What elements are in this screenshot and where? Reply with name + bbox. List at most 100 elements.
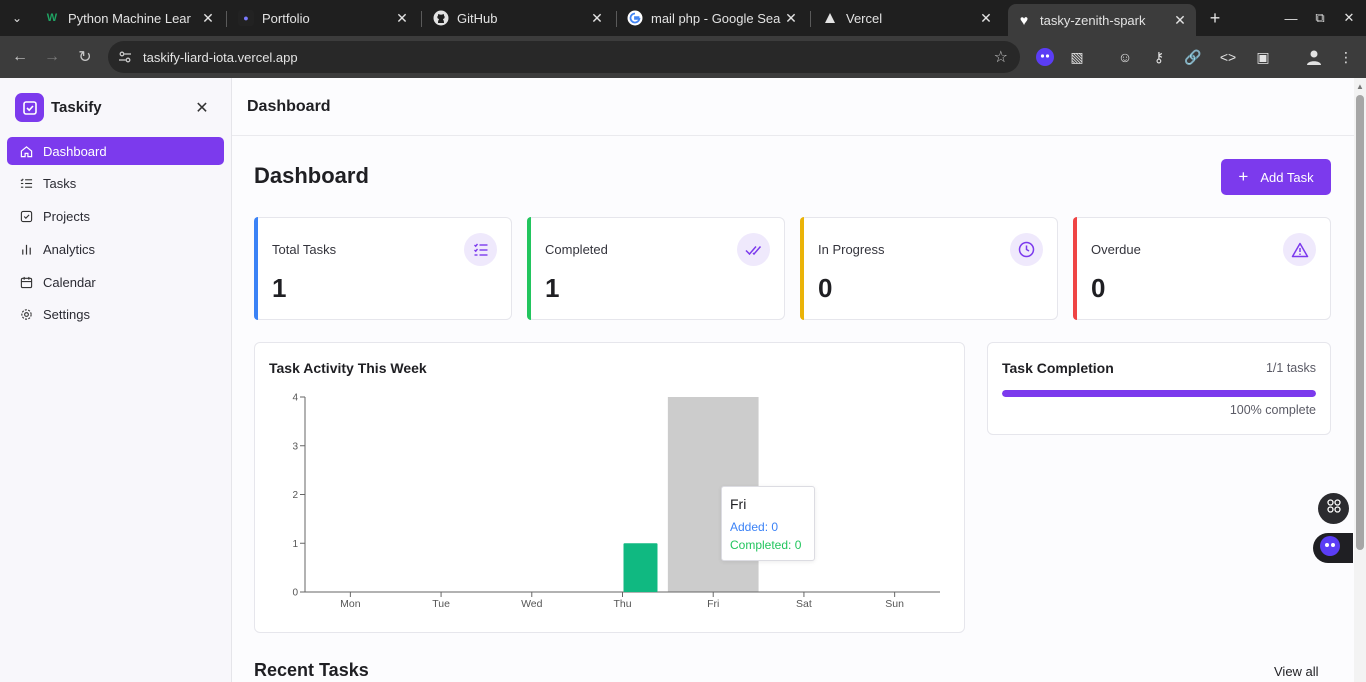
close-icon[interactable]: ✕: [394, 10, 410, 26]
stat-card-total-tasks: Total Tasks 1: [254, 217, 512, 320]
browser-tab[interactable]: Vercel ✕: [814, 4, 1002, 32]
url-text: taskify-liard-iota.vercel.app: [143, 49, 298, 65]
portfolio-icon: ●: [238, 10, 254, 26]
sidebar-item-label: Analytics: [43, 241, 96, 257]
heart-icon: ♥: [1019, 12, 1029, 28]
tab-title: Vercel: [846, 10, 883, 26]
tab-title: Python Machine Lear: [68, 10, 191, 26]
stat-accent-bar: [800, 217, 804, 320]
page-title: Dashboard: [254, 163, 369, 188]
chart-tooltip: Fri Added: 0 Completed: 0: [721, 486, 815, 561]
calendar-icon: [19, 275, 33, 289]
bookmark-star-icon[interactable]: ☆: [994, 47, 1008, 67]
x-tick-label: Thu: [613, 598, 631, 610]
extension-ghost-icon[interactable]: [1034, 46, 1056, 68]
sidebar-close-icon[interactable]: ✕: [193, 99, 211, 117]
sidebar-nav: Dashboard Tasks Projects Analytics Calen…: [7, 137, 224, 334]
browser-tab[interactable]: W Python Machine Lear ✕: [36, 4, 224, 32]
back-arrow-icon[interactable]: ←: [8, 45, 32, 69]
tab-search-chevron-icon[interactable]: ⌄: [6, 7, 28, 29]
brand[interactable]: Taskify: [15, 93, 102, 122]
floating-assistant-button[interactable]: [1313, 533, 1353, 563]
stat-card-completed: Completed 1: [527, 217, 785, 320]
password-key-icon[interactable]: ⚷: [1148, 46, 1170, 68]
close-icon[interactable]: ✕: [200, 10, 216, 26]
scrollbar-thumb[interactable]: [1356, 95, 1364, 550]
x-tick-label: Sun: [885, 598, 904, 610]
forward-arrow-icon[interactable]: →: [40, 45, 64, 69]
task-completion-card: Task Completion 1/1 tasks 100% complete: [987, 342, 1331, 435]
view-all-link[interactable]: View all: [1274, 664, 1319, 679]
close-icon[interactable]: ✕: [1172, 12, 1188, 28]
stat-accent-bar: [1073, 217, 1077, 320]
tab-title: Portfolio: [262, 10, 310, 26]
top-header: Dashboard: [232, 78, 1354, 136]
stat-card-overdue: Overdue 0: [1073, 217, 1331, 320]
close-icon[interactable]: ✕: [589, 10, 605, 26]
tooltip-added: Added: 0: [730, 520, 779, 534]
browser-menu-icon[interactable]: ⋮: [1335, 46, 1357, 68]
sidebar-item-dashboard[interactable]: Dashboard: [7, 137, 224, 165]
scroll-up-arrow-icon[interactable]: ▲: [1356, 82, 1364, 91]
tab-title: mail php - Google Sea: [651, 10, 781, 26]
google-icon: [627, 10, 643, 26]
home-icon: [19, 144, 33, 158]
x-tick-label: Tue: [432, 598, 450, 610]
close-icon[interactable]: ✕: [783, 10, 799, 26]
code-icon[interactable]: <>: [1217, 46, 1239, 68]
double-check-icon: [737, 233, 770, 266]
add-task-button[interactable]: + Add Task: [1221, 159, 1331, 195]
sidebar-item-calendar[interactable]: Calendar: [7, 268, 224, 296]
y-tick-label: 1: [292, 539, 298, 550]
list-check-icon: [464, 233, 497, 266]
y-tick-label: 4: [292, 393, 298, 404]
link-icon[interactable]: 🔗: [1182, 46, 1204, 68]
browser-tab[interactable]: ● Portfolio ✕: [230, 4, 418, 32]
sidebar-item-projects[interactable]: Projects: [7, 203, 224, 231]
w-logo-icon: W: [46, 12, 58, 24]
sidebar-item-analytics[interactable]: Analytics: [7, 235, 224, 263]
extensions-puzzle-icon[interactable]: ▧: [1066, 46, 1088, 68]
stat-card-in-progress: In Progress 0: [800, 217, 1058, 320]
reload-icon[interactable]: ↻: [73, 45, 97, 69]
page-scrollbar[interactable]: ▲: [1354, 78, 1366, 682]
browser-tab[interactable]: mail php - Google Sea ✕: [619, 4, 807, 32]
close-icon[interactable]: ✕: [978, 10, 994, 26]
browser-tab-active[interactable]: ♥ tasky-zenith-spark ✕: [1008, 4, 1196, 36]
maximize-icon[interactable]: ⧉: [1310, 8, 1330, 28]
stat-label: Completed: [545, 242, 608, 257]
tab-title: tasky-zenith-spark: [1040, 12, 1146, 28]
floating-grid-button[interactable]: [1318, 493, 1349, 524]
brand-name: Taskify: [51, 99, 102, 116]
task-activity-chart-card: Task Activity This Week 0 1 2 3 4 Mon Tue Wed Th…: [254, 342, 965, 633]
stat-value: 1: [272, 273, 287, 303]
main-content: Dashboard Dashboard + Add Task Total Tas…: [232, 78, 1354, 682]
site-info-icon[interactable]: [114, 46, 136, 68]
address-bar[interactable]: taskify-liard-iota.vercel.app ☆: [108, 41, 1020, 73]
minimize-icon[interactable]: —: [1281, 8, 1301, 28]
window-close-icon[interactable]: ✕: [1339, 8, 1359, 28]
sidebar-item-settings[interactable]: Settings: [7, 301, 224, 329]
y-tick-label: 3: [292, 441, 298, 452]
browser-tab[interactable]: GitHub ✕: [425, 4, 613, 32]
stat-value: 1: [545, 273, 560, 303]
completion-count: 1/1 tasks: [1265, 361, 1316, 375]
sidebar-item-tasks[interactable]: Tasks: [7, 170, 224, 198]
incognito-icon[interactable]: ☺: [1114, 46, 1136, 68]
tooltip-completed: Completed: 0: [730, 538, 802, 552]
bar-chart-icon: [19, 242, 33, 256]
header-title: Dashboard: [247, 98, 331, 115]
assistant-ghost-icon: [1319, 535, 1341, 562]
task-activity-chart: 0 1 2 3 4 Mon Tue Wed Thu Fri Sat Sun: [292, 393, 940, 610]
screenshot-icon[interactable]: ▣: [1252, 46, 1274, 68]
taskify-logo-icon: [15, 93, 44, 122]
sidebar-item-label: Calendar: [43, 274, 96, 290]
stat-label: Overdue: [1091, 242, 1141, 257]
clock-icon: [1010, 233, 1043, 266]
tooltip-title: Fri: [730, 496, 747, 512]
y-tick-label: 0: [292, 588, 298, 599]
new-tab-plus-icon[interactable]: +: [1204, 7, 1226, 29]
stat-value: 0: [1091, 273, 1106, 303]
completion-title: Task Completion: [1002, 360, 1114, 376]
profile-avatar-icon[interactable]: [1303, 46, 1325, 68]
